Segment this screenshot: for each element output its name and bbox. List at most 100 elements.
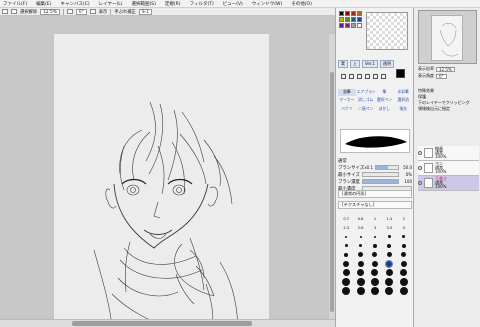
swatch[interactable] [351, 17, 356, 22]
size-dot[interactable] [385, 277, 394, 286]
shape-select[interactable]: [通常の円形] [338, 190, 412, 198]
deselect-icon[interactable] [11, 9, 17, 14]
lasso-icon[interactable] [349, 73, 354, 79]
menu-layer[interactable]: レイヤー(L) [99, 1, 123, 7]
swatch[interactable] [345, 23, 350, 28]
color-tab[interactable]: 実 [338, 60, 348, 68]
size-dot[interactable] [342, 277, 351, 286]
menu-ruler[interactable]: 定規(R) [165, 1, 181, 7]
stabilizer-select[interactable]: S-1 [138, 8, 152, 15]
color-tab[interactable]: 上 [350, 60, 360, 68]
drawing-canvas[interactable] [54, 34, 269, 326]
size-dot[interactable] [342, 286, 351, 295]
size-dot[interactable] [357, 260, 364, 267]
swatch[interactable] [345, 17, 350, 22]
layer-item-selected[interactable]: 下書き 通常 100% [418, 176, 479, 191]
navigator-preview[interactable] [418, 10, 477, 64]
size-dot[interactable] [401, 243, 406, 248]
swatch[interactable] [339, 23, 344, 28]
eye-icon[interactable] [418, 151, 422, 155]
brush-density-slider[interactable] [362, 179, 399, 184]
swatch[interactable] [339, 17, 344, 22]
angle-value[interactable]: 0° [436, 73, 447, 79]
rotate-icon[interactable] [373, 73, 378, 79]
size-dot[interactable] [399, 286, 408, 295]
size-dot[interactable] [343, 260, 350, 267]
size-dot[interactable] [371, 269, 379, 276]
tool-marker[interactable]: マーカー [338, 97, 356, 104]
min-size-slider[interactable] [362, 172, 399, 177]
size-dot[interactable] [356, 277, 365, 286]
size-label[interactable]: 0.8 [358, 217, 364, 221]
swatch[interactable] [339, 11, 344, 16]
size-dot[interactable] [400, 260, 407, 267]
menu-canvas[interactable]: キャンバス(C) [60, 1, 89, 7]
hand-icon[interactable] [381, 73, 386, 79]
angle-field[interactable]: 0° [75, 8, 87, 15]
flip-icon[interactable] [89, 9, 96, 14]
swatch[interactable] [345, 11, 350, 16]
swatch[interactable] [351, 23, 356, 28]
tool-brush[interactable]: 筆 [376, 89, 394, 96]
layer-item[interactable]: 線画 通常 100% [418, 146, 479, 161]
menu-edit[interactable]: 編集(E) [36, 1, 51, 7]
tool-blur[interactable]: ぼかし [376, 106, 394, 113]
menu-filter[interactable]: フィルタ(T) [190, 1, 214, 7]
tool-smudge[interactable]: 指先 [394, 106, 412, 113]
size-dot[interactable] [387, 243, 392, 248]
swatch[interactable] [351, 11, 356, 16]
size-label[interactable]: 4 [403, 226, 405, 230]
view-label[interactable]: 表示 [99, 9, 108, 15]
canvas-area[interactable] [0, 17, 335, 327]
size-dot[interactable] [385, 286, 394, 295]
swatch[interactable] [357, 17, 362, 22]
size-dot[interactable] [402, 235, 406, 238]
size-dot[interactable] [342, 269, 350, 276]
size-label[interactable]: 2.3 [343, 226, 349, 230]
region-source-checkbox[interactable]: 領域検出元に指定 [418, 106, 478, 112]
menu-view[interactable]: ビュー(V) [223, 1, 243, 7]
size-dot[interactable] [373, 235, 376, 238]
size-dot-selected[interactable] [385, 259, 394, 268]
size-dot[interactable] [370, 286, 379, 295]
tool-eraser[interactable]: 消しゴム [357, 97, 375, 104]
size-dot[interactable] [344, 252, 349, 257]
size-dot[interactable] [399, 277, 408, 286]
size-dot[interactable] [401, 252, 407, 257]
horizontal-scroll-thumb[interactable] [72, 321, 252, 326]
size-dot[interactable] [359, 244, 363, 247]
size-dot[interactable] [385, 269, 393, 276]
blend-mode-row[interactable]: 通常 [338, 157, 412, 164]
tool-select-eraser[interactable]: 選択消 [394, 97, 412, 104]
color-tab[interactable]: 透明 [379, 60, 394, 68]
size-dot[interactable] [345, 235, 348, 238]
brush-size-row[interactable]: ブラシサイズ x0.1 50.0 [338, 164, 412, 171]
move-icon[interactable] [357, 73, 362, 79]
size-dot[interactable] [400, 269, 408, 276]
zoom-value[interactable]: 12.5% [436, 66, 455, 72]
size-dot[interactable] [371, 260, 378, 267]
rotate-icon[interactable] [66, 9, 73, 14]
size-label[interactable]: 1.5 [387, 217, 393, 221]
color-mixer[interactable] [366, 12, 408, 50]
size-dot[interactable] [358, 252, 364, 257]
menu-selection[interactable]: 選択範囲(S) [132, 1, 156, 7]
layer-item[interactable]: ペン 通常 100% [418, 161, 479, 176]
size-dot[interactable] [372, 252, 378, 257]
swatch[interactable] [357, 23, 362, 28]
size-label[interactable]: 1 [374, 217, 376, 221]
zoom-icon[interactable] [365, 73, 370, 79]
menu-window[interactable]: ウィンドウ(W) [252, 1, 282, 7]
size-dot[interactable] [370, 277, 379, 286]
brush-density-row[interactable]: ブラシ濃度 100 [338, 178, 412, 185]
square-select-icon[interactable] [341, 73, 346, 79]
size-dot[interactable] [386, 252, 392, 257]
tool-bucket[interactable]: バケツ [338, 106, 356, 113]
tool-watercolor[interactable]: 水彩筆 [394, 89, 412, 96]
eye-icon[interactable] [418, 166, 422, 170]
size-dot[interactable] [372, 243, 377, 248]
size-label[interactable]: 3.5 [387, 226, 393, 230]
vertical-scroll-thumb[interactable] [330, 72, 334, 312]
size-label[interactable]: 2.6 [358, 226, 364, 230]
size-label[interactable]: 2 [403, 217, 405, 221]
